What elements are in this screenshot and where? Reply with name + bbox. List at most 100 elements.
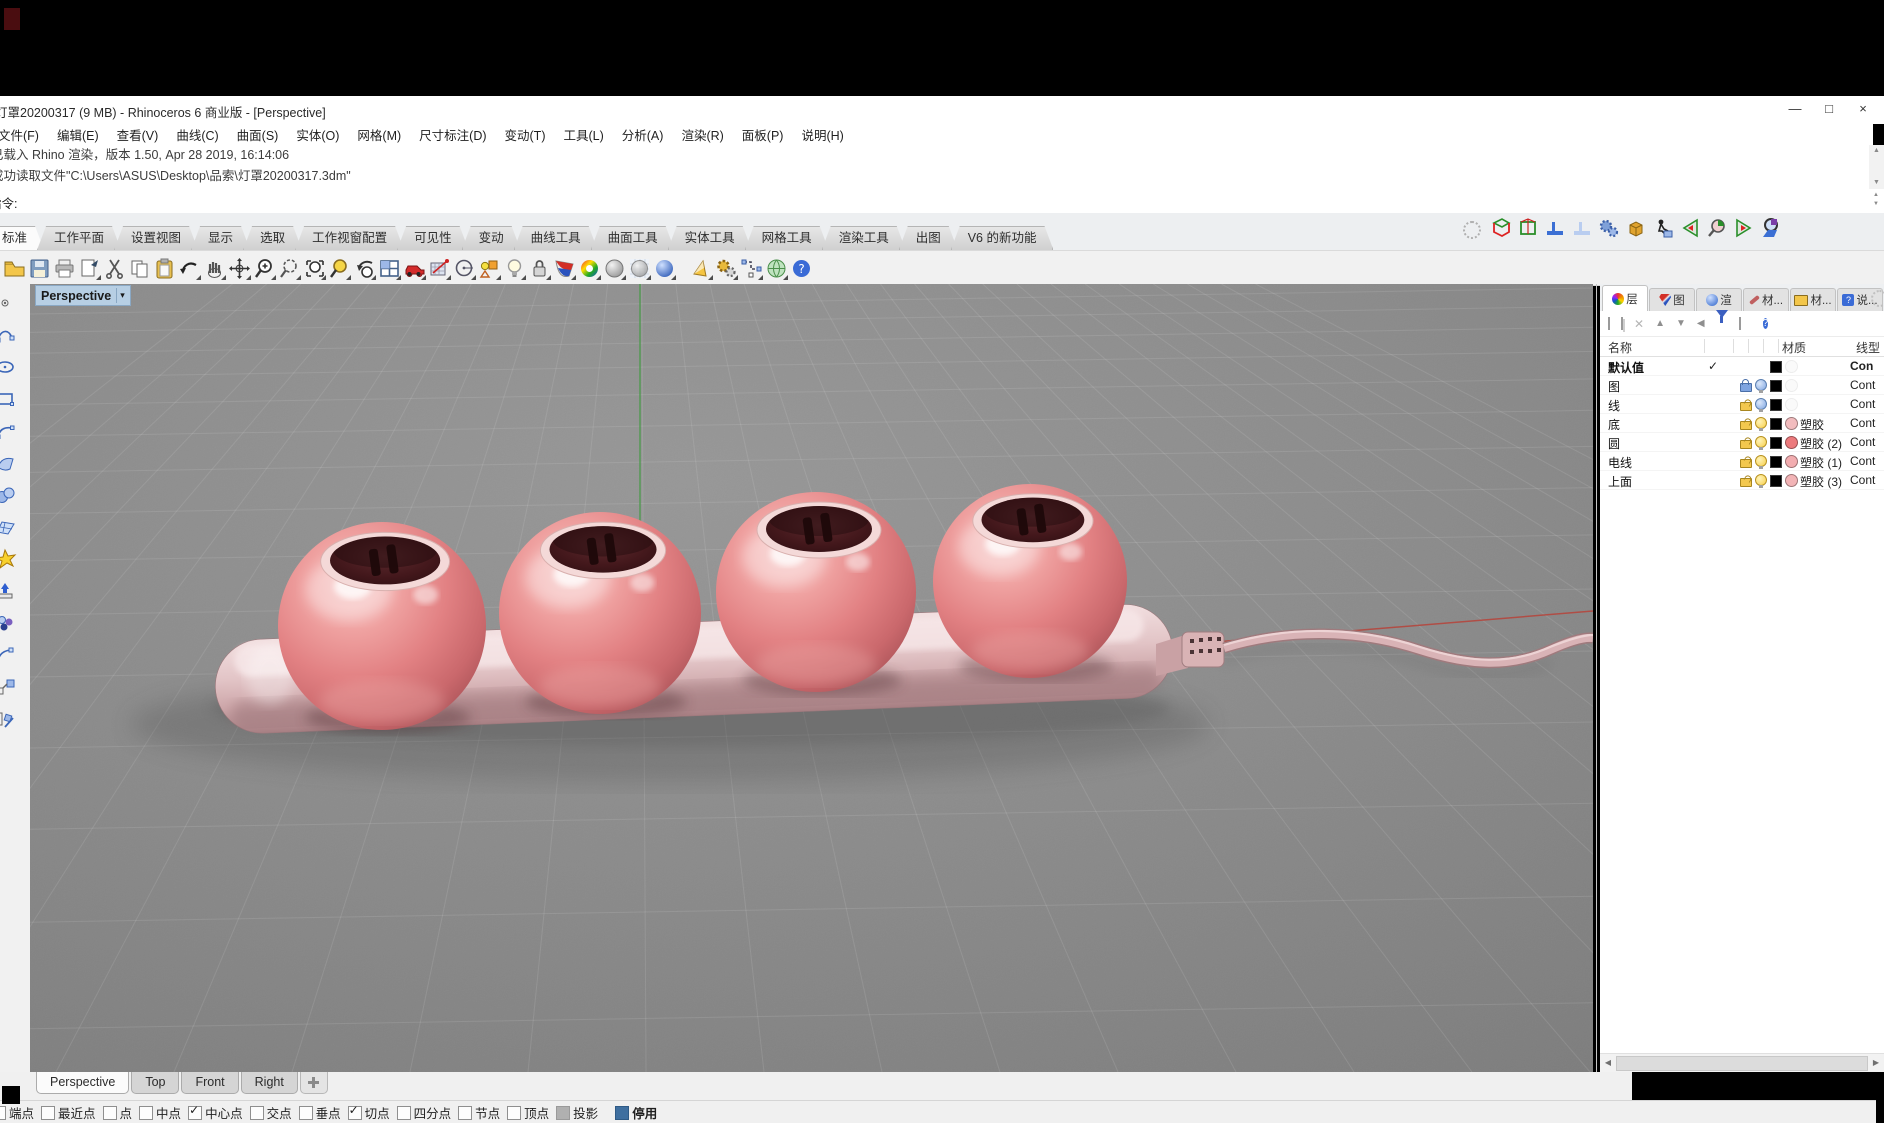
lock-icon[interactable] [1740, 383, 1752, 392]
checkbox[interactable] [507, 1106, 521, 1120]
stepper-up-icon[interactable]: ▲ [1870, 191, 1882, 200]
cone-icon[interactable] [690, 257, 713, 280]
viewport-tab-front[interactable]: Front [181, 1072, 238, 1094]
render-box-icon[interactable] [1625, 217, 1647, 239]
layer-row[interactable]: 圆 塑胶 (2) Cont [1600, 433, 1884, 452]
osnap-center[interactable]: ✓中心点 [188, 1103, 243, 1122]
zoom-selected-icon[interactable] [328, 257, 351, 280]
gears-blue-icon[interactable] [1598, 217, 1620, 239]
unlock-icon[interactable] [1740, 440, 1752, 449]
ellipse-icon[interactable] [0, 356, 17, 379]
new-viewport-tab-button[interactable] [300, 1072, 328, 1094]
material-swatch[interactable] [1785, 474, 1798, 487]
osnap-intersection[interactable]: 交点 [250, 1103, 292, 1122]
checkbox[interactable] [41, 1106, 55, 1120]
rectangle-icon[interactable] [0, 388, 17, 411]
menu-panels[interactable]: 面板(P) [733, 125, 793, 144]
undo-icon[interactable] [178, 257, 201, 280]
menu-analyze[interactable]: 分析(A) [613, 125, 673, 144]
circle-center-icon[interactable] [453, 257, 476, 280]
osnap-near[interactable]: 最近点 [41, 1103, 96, 1122]
viewport-title-dropdown[interactable]: Perspective ▾ [35, 285, 131, 306]
explode-icon[interactable] [0, 548, 17, 571]
zoom-dynamic-icon[interactable] [278, 257, 301, 280]
layer-color-swatch[interactable] [1770, 456, 1782, 468]
menu-edit[interactable]: 编辑(E) [48, 125, 108, 144]
mesh-icon[interactable] [0, 516, 17, 539]
viewport-layout-icon[interactable] [378, 257, 401, 280]
gear-icon[interactable] [1871, 290, 1884, 307]
menu-render[interactable]: 渲染(R) [672, 125, 732, 144]
osnap-tangent[interactable]: ✓切点 [348, 1103, 390, 1122]
move-down-icon[interactable]: ▼ [1676, 318, 1686, 329]
filter-icon[interactable] [1716, 318, 1728, 329]
maximize-button[interactable]: □ [1812, 98, 1846, 120]
point-cloud-icon[interactable] [0, 612, 17, 635]
layer-row[interactable]: 图 Cont [1600, 376, 1884, 395]
shaded-mode-icon[interactable] [603, 257, 626, 280]
surface-patch-icon[interactable] [0, 452, 17, 475]
layer-row-default[interactable]: 默认值 ✓ Con [1600, 357, 1884, 376]
osnap-perpendicular[interactable]: 垂点 [299, 1103, 341, 1122]
checkbox[interactable] [299, 1106, 313, 1120]
menu-dimension[interactable]: 尺寸标注(D) [410, 125, 495, 144]
menu-help[interactable]: 说明(H) [792, 125, 852, 144]
zoom-in-icon[interactable] [253, 257, 276, 280]
osnap-disable[interactable]: 停用 [615, 1103, 657, 1122]
zoom-undo-icon[interactable] [353, 257, 376, 280]
layer-color-swatch[interactable] [1770, 475, 1782, 487]
scroll-left-icon[interactable]: ◀ [1600, 1054, 1616, 1071]
open-folder-icon[interactable] [3, 257, 26, 280]
osnap-quadrant[interactable]: 四分点 [397, 1103, 452, 1122]
material-swatch[interactable] [1785, 436, 1798, 449]
panel-tab-render[interactable]: 渲 [1696, 288, 1742, 311]
unlock-icon[interactable] [1740, 478, 1752, 487]
checkbox-checked[interactable]: ✓ [188, 1106, 202, 1120]
zoom-window-icon[interactable] [303, 257, 326, 280]
column-name[interactable]: 名称 [1608, 339, 1632, 356]
gears-icon[interactable] [715, 257, 738, 280]
viewport-perspective[interactable] [30, 284, 1593, 1072]
tab-mesh-tools[interactable]: 网格工具 [745, 226, 829, 250]
delete-layer-icon[interactable]: ✕ [1634, 317, 1644, 331]
lamp-icon[interactable] [503, 257, 526, 280]
column-linetype[interactable]: 线型 [1856, 339, 1880, 356]
bulb-icon[interactable] [1755, 455, 1767, 467]
minimize-button[interactable]: — [1778, 98, 1812, 120]
menu-mesh[interactable]: 网格(M) [348, 125, 410, 144]
checkbox[interactable] [0, 1106, 6, 1120]
command-prompt[interactable]: 指令: ▲ ▼ [0, 189, 1884, 214]
osnap-knot[interactable]: 节点 [458, 1103, 500, 1122]
arrow-left-green-icon[interactable] [1679, 217, 1701, 239]
layer-row[interactable]: 底 塑胶 Cont [1600, 414, 1884, 433]
bulb-icon[interactable] [1755, 474, 1767, 486]
tab-viewport-layout[interactable]: 工作视窗配置 [295, 226, 404, 250]
layer-color-swatch[interactable] [1770, 418, 1782, 430]
tab-render-tools[interactable]: 渲染工具 [822, 226, 906, 250]
scroll-right-icon[interactable]: ▶ [1868, 1054, 1884, 1071]
layer-color-swatch[interactable] [1770, 437, 1782, 449]
extrude-icon[interactable] [0, 580, 17, 603]
panel-splitter[interactable] [1596, 284, 1597, 1072]
ghosted-mode-icon[interactable] [628, 257, 651, 280]
menu-curve[interactable]: 曲线(C) [167, 125, 227, 144]
checkbox-filled[interactable] [615, 1106, 629, 1120]
new-layer-icon[interactable] [1608, 318, 1610, 329]
paste-icon[interactable] [153, 257, 176, 280]
print-icon[interactable] [53, 257, 76, 280]
unlock-icon[interactable] [1740, 459, 1752, 468]
material-swatch[interactable] [1785, 417, 1798, 430]
bulb-icon[interactable] [1755, 417, 1767, 429]
checkbox[interactable] [397, 1106, 411, 1120]
tab-display[interactable]: 显示 [191, 226, 250, 250]
checkbox[interactable] [458, 1106, 472, 1120]
move-up-icon[interactable]: ▲ [1655, 318, 1665, 329]
curve-icon[interactable] [0, 324, 17, 347]
checkbox[interactable] [103, 1106, 117, 1120]
unlock-icon[interactable] [1740, 421, 1752, 430]
material-placeholder-icon[interactable] [1785, 379, 1798, 392]
scroll-down-icon[interactable]: ▼ [1869, 177, 1884, 189]
tab-curve-tools[interactable]: 曲线工具 [514, 226, 598, 250]
tab-cplane[interactable]: 工作平面 [37, 226, 121, 250]
arc-icon[interactable] [0, 420, 17, 443]
